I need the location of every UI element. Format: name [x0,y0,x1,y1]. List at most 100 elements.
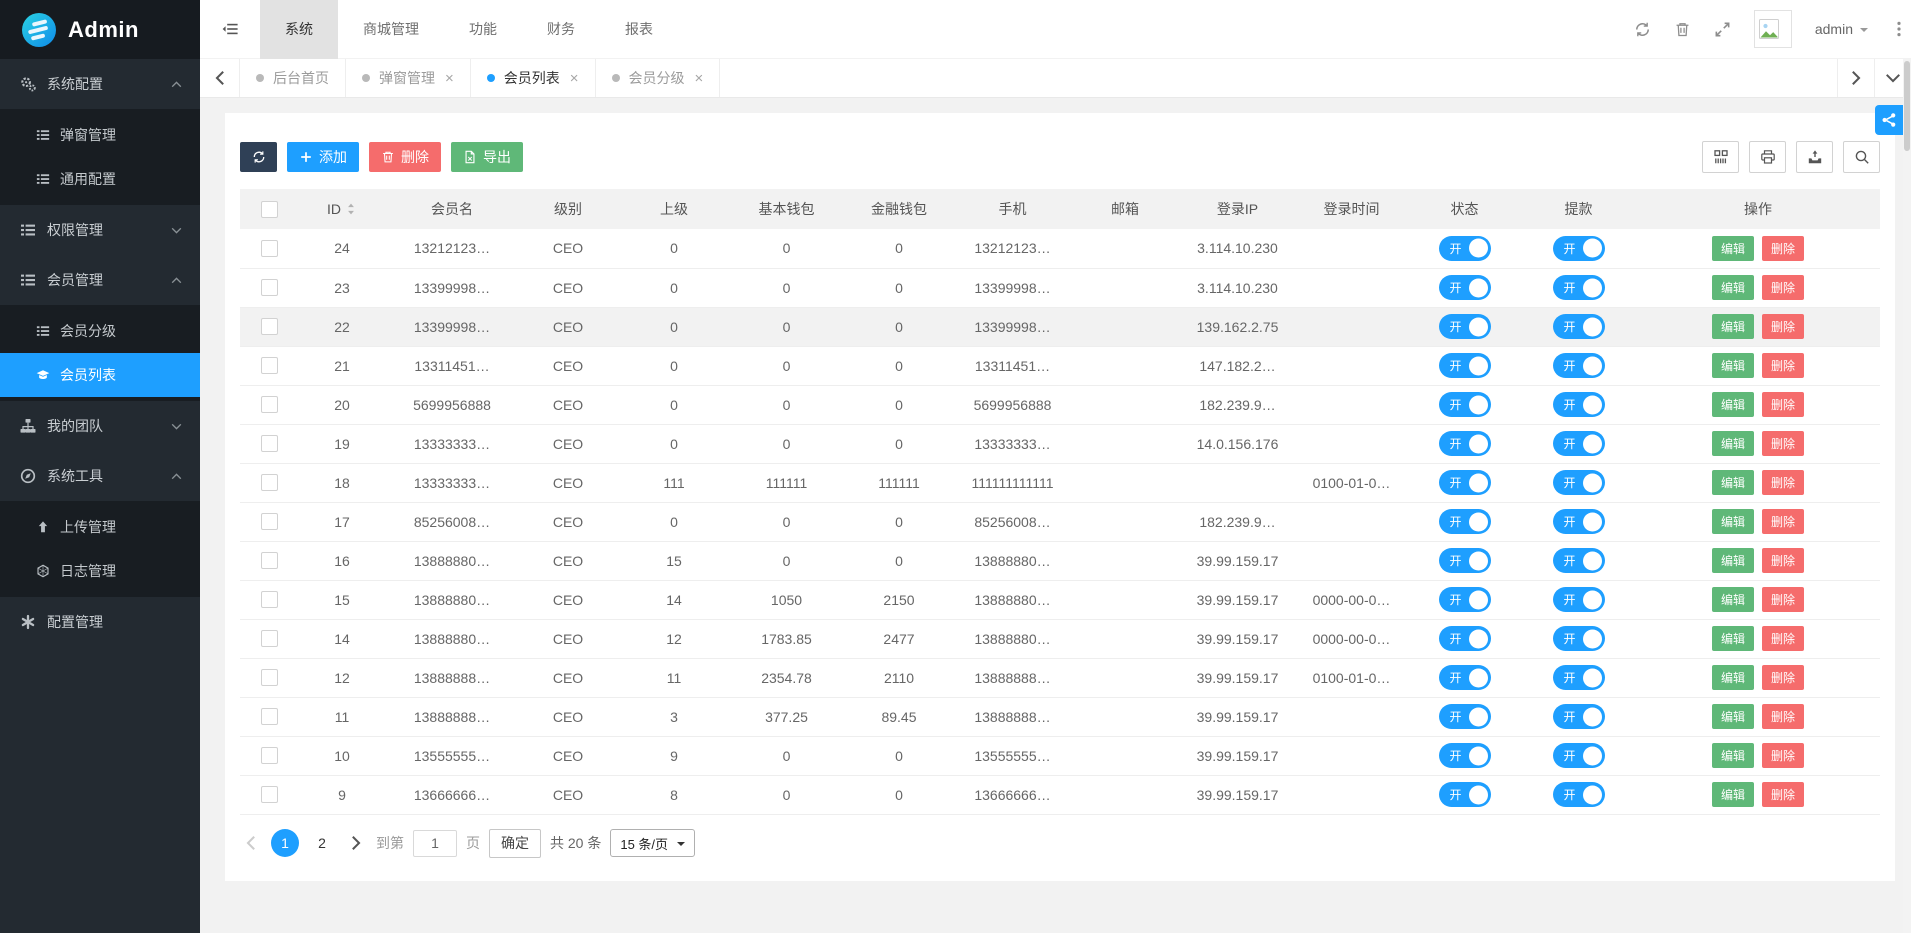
tab-close-icon[interactable]: × [445,70,454,87]
brand-logo[interactable]: Admin [0,0,200,59]
user-menu[interactable]: admin [1815,21,1868,37]
row-checkbox[interactable] [261,435,278,452]
withdraw-toggle[interactable]: 开 [1553,236,1605,261]
edit-button[interactable]: 编辑 [1712,314,1754,339]
delete-button[interactable]: 删除 [1762,314,1804,339]
withdraw-toggle[interactable]: 开 [1553,431,1605,456]
row-checkbox[interactable] [261,552,278,569]
tab-home[interactable]: 后台首页 [240,59,346,97]
edit-button[interactable]: 编辑 [1712,236,1754,261]
status-toggle[interactable]: 开 [1439,431,1491,456]
export-data-button[interactable] [1796,141,1833,173]
delete-button[interactable]: 删除 [1762,587,1804,612]
row-checkbox[interactable] [261,708,278,725]
edit-button[interactable]: 编辑 [1712,431,1754,456]
topnav-item-reports[interactable]: 报表 [600,0,678,59]
edit-button[interactable]: 编辑 [1712,470,1754,495]
row-checkbox[interactable] [261,318,278,335]
withdraw-toggle[interactable]: 开 [1553,353,1605,378]
row-checkbox[interactable] [261,357,278,374]
delete-button[interactable]: 删除 [1762,431,1804,456]
edit-button[interactable]: 编辑 [1712,704,1754,729]
status-toggle[interactable]: 开 [1439,392,1491,417]
sidebar-item-my-team[interactable]: 我的团队 [0,401,200,451]
sidebar-collapse-button[interactable] [200,0,260,58]
tab-close-icon[interactable]: × [695,70,704,87]
sidebar-item-system-tools[interactable]: 系统工具 [0,451,200,501]
row-checkbox[interactable] [261,240,278,257]
status-toggle[interactable]: 开 [1439,353,1491,378]
edit-button[interactable]: 编辑 [1712,392,1754,417]
status-toggle[interactable]: 开 [1439,587,1491,612]
edit-button[interactable]: 编辑 [1712,665,1754,690]
tabs-scroll-right-button[interactable] [1837,59,1874,97]
withdraw-toggle[interactable]: 开 [1553,548,1605,573]
tabs-scroll-left-button[interactable] [200,59,240,97]
delete-button[interactable]: 删除 [1762,392,1804,417]
topnav-item-features[interactable]: 功能 [444,0,522,59]
withdraw-toggle[interactable]: 开 [1553,470,1605,495]
trash-icon[interactable] [1674,21,1691,38]
delete-button[interactable]: 删除 [1762,236,1804,261]
withdraw-toggle[interactable]: 开 [1553,704,1605,729]
sidebar-item-permission-management[interactable]: 权限管理 [0,205,200,255]
withdraw-toggle[interactable]: 开 [1553,587,1605,612]
row-checkbox[interactable] [261,786,278,803]
delete-button[interactable]: 删除 [1762,782,1804,807]
edit-button[interactable]: 编辑 [1712,587,1754,612]
prev-page-button[interactable] [240,835,262,851]
edit-button[interactable]: 编辑 [1712,353,1754,378]
tab-member-list[interactable]: 会员列表× [471,59,596,97]
delete-button[interactable]: 删除 [1762,353,1804,378]
topnav-item-system[interactable]: 系统 [260,0,338,59]
delete-button[interactable]: 删除 [1762,704,1804,729]
row-checkbox[interactable] [261,669,278,686]
withdraw-toggle[interactable]: 开 [1553,782,1605,807]
edit-button[interactable]: 编辑 [1712,782,1754,807]
sidebar-item-member-grading[interactable]: 会员分级 [0,309,200,353]
sidebar-item-member-management[interactable]: 会员管理 [0,255,200,305]
sidebar-item-member-list[interactable]: 会员列表 [0,353,200,397]
page-number-2[interactable]: 2 [308,829,336,857]
delete-button[interactable]: 删除 [369,142,441,172]
goto-page-input[interactable] [413,830,457,857]
avatar[interactable] [1754,10,1792,48]
status-toggle[interactable]: 开 [1439,314,1491,339]
withdraw-toggle[interactable]: 开 [1553,314,1605,339]
withdraw-toggle[interactable]: 开 [1553,275,1605,300]
tab-close-icon[interactable]: × [570,70,579,87]
withdraw-toggle[interactable]: 开 [1553,509,1605,534]
status-toggle[interactable]: 开 [1439,548,1491,573]
status-toggle[interactable]: 开 [1439,470,1491,495]
search-toggle-button[interactable] [1843,141,1880,173]
withdraw-toggle[interactable]: 开 [1553,392,1605,417]
delete-button[interactable]: 删除 [1762,548,1804,573]
sort-icon[interactable] [345,203,357,215]
refresh-icon[interactable] [1634,21,1651,38]
scrollbar-thumb[interactable] [1904,61,1910,151]
topnav-item-mall-management[interactable]: 商城管理 [338,0,444,59]
status-toggle[interactable]: 开 [1439,626,1491,651]
select-all-checkbox[interactable] [261,201,278,218]
delete-button[interactable]: 删除 [1762,743,1804,768]
page-number-1[interactable]: 1 [271,829,299,857]
row-checkbox[interactable] [261,279,278,296]
sidebar-item-log-management[interactable]: 日志管理 [0,549,200,593]
status-toggle[interactable]: 开 [1439,782,1491,807]
status-toggle[interactable]: 开 [1439,236,1491,261]
next-page-button[interactable] [345,835,367,851]
fullscreen-icon[interactable] [1714,21,1731,38]
withdraw-toggle[interactable]: 开 [1553,626,1605,651]
row-checkbox[interactable] [261,747,278,764]
delete-button[interactable]: 删除 [1762,470,1804,495]
quick-link-button[interactable] [1875,105,1903,135]
delete-button[interactable]: 删除 [1762,665,1804,690]
status-toggle[interactable]: 开 [1439,704,1491,729]
refresh-table-button[interactable] [240,142,277,172]
sidebar-item-popup-management[interactable]: 弹窗管理 [0,113,200,157]
sidebar-item-upload-management[interactable]: 上传管理 [0,505,200,549]
row-checkbox[interactable] [261,474,278,491]
kebab-menu-icon[interactable] [1891,21,1907,37]
row-checkbox[interactable] [261,513,278,530]
edit-button[interactable]: 编辑 [1712,509,1754,534]
